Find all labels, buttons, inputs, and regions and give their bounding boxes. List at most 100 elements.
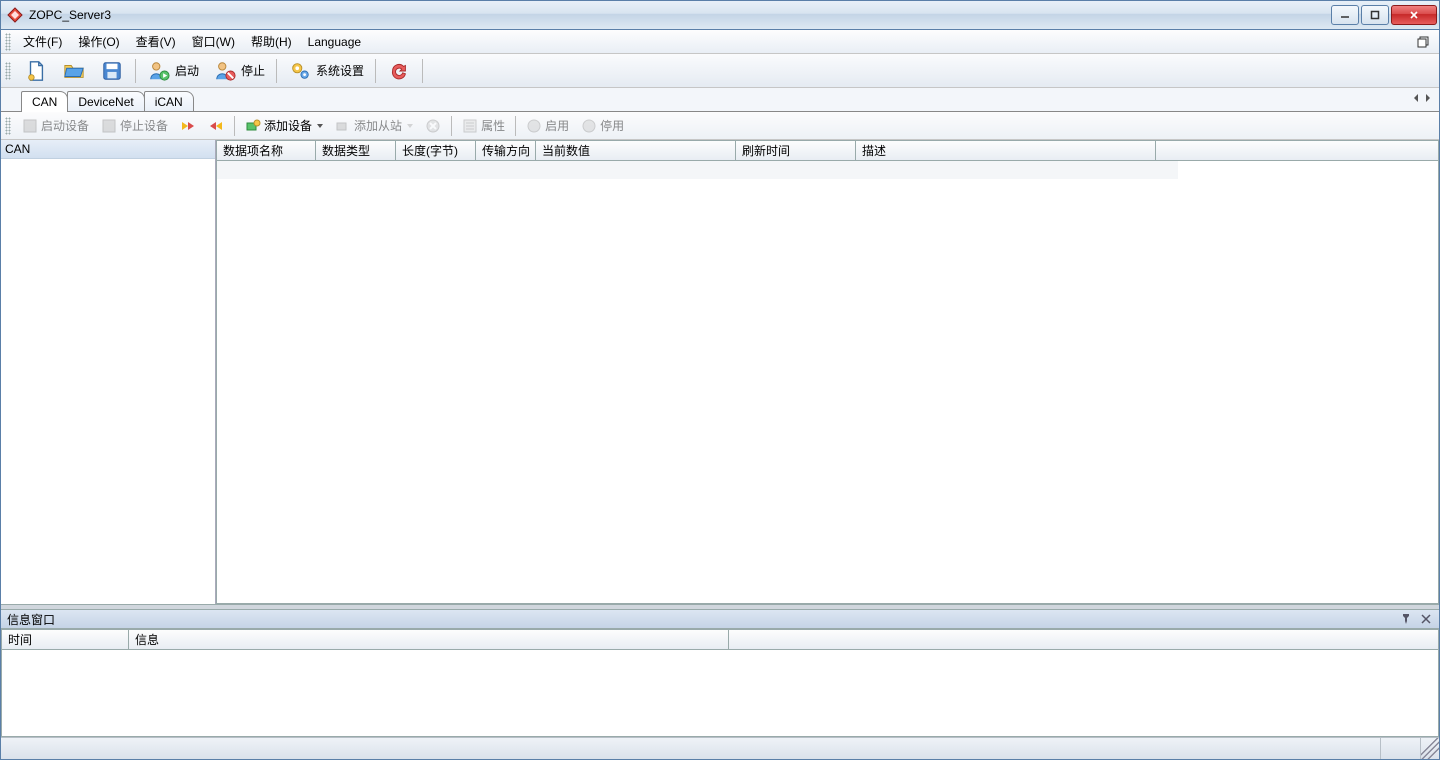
- main-area: CAN 数据项名称 数据类型 长度(字节) 传输方向 当前数值 刷新时间 描述: [1, 140, 1439, 605]
- arrows-left-button[interactable]: [203, 115, 229, 137]
- menu-window[interactable]: 窗口(W): [184, 30, 243, 53]
- start-button[interactable]: 启动: [142, 57, 204, 85]
- tab-label: DeviceNet: [78, 95, 133, 109]
- col-name[interactable]: 数据项名称: [216, 140, 316, 161]
- col-description[interactable]: 描述: [856, 140, 1156, 161]
- separator: [422, 59, 423, 83]
- tree-root-label: CAN: [5, 142, 30, 156]
- disable-button: 停用: [576, 115, 629, 137]
- start-device-button: 启动设备: [17, 115, 94, 137]
- grip-icon[interactable]: [5, 33, 11, 51]
- chip-stop-icon: [101, 118, 117, 134]
- tab-scroll-right[interactable]: [1423, 91, 1433, 105]
- menu-language[interactable]: Language: [300, 32, 369, 52]
- info-body[interactable]: [1, 650, 1439, 737]
- close-button[interactable]: [1391, 5, 1437, 25]
- properties-icon: [462, 118, 478, 134]
- size-grip[interactable]: [1421, 738, 1439, 759]
- menu-help[interactable]: 帮助(H): [243, 30, 300, 53]
- label: 启用: [545, 117, 569, 134]
- restore-window-icon[interactable]: [1417, 36, 1435, 48]
- document-icon: [24, 59, 48, 83]
- menu-bar: 文件(F) 操作(O) 查看(V) 窗口(W) 帮助(H) Language: [1, 30, 1439, 54]
- add-slave-button: 添加从站: [330, 115, 418, 137]
- tree-root[interactable]: CAN: [1, 140, 215, 159]
- tab-scroll-left[interactable]: [1411, 91, 1421, 105]
- label: 添加从站: [354, 117, 402, 134]
- menu-operate[interactable]: 操作(O): [70, 30, 127, 53]
- stop-button[interactable]: 停止: [208, 57, 270, 85]
- info-col-info[interactable]: 信息: [129, 629, 729, 650]
- delete-icon: [425, 118, 441, 134]
- settings-button[interactable]: 系统设置: [283, 57, 369, 85]
- pin-icon[interactable]: [1399, 612, 1413, 626]
- tree-panel[interactable]: CAN: [1, 140, 216, 604]
- settings-label: 系统设置: [316, 62, 364, 79]
- stop-label: 停止: [241, 62, 265, 79]
- separator: [234, 116, 235, 136]
- gears-icon: [288, 59, 312, 83]
- minimize-button[interactable]: [1331, 5, 1359, 25]
- disable-icon: [581, 118, 597, 134]
- grid-body[interactable]: [216, 161, 1439, 604]
- app-frame: 文件(F) 操作(O) 查看(V) 窗口(W) 帮助(H) Language 启…: [0, 30, 1440, 760]
- add-device-button[interactable]: 添加设备: [240, 115, 328, 137]
- enable-button: 启用: [521, 115, 574, 137]
- new-button[interactable]: [19, 57, 53, 85]
- col-current-value[interactable]: 当前数值: [536, 140, 736, 161]
- sub-toolbar: 启动设备 停止设备 添加设备 添加从站 属性 启用: [1, 112, 1439, 140]
- tab-strip: CAN DeviceNet iCAN: [1, 88, 1439, 112]
- maximize-button[interactable]: [1361, 5, 1389, 25]
- col-direction[interactable]: 传输方向: [476, 140, 536, 161]
- col-length[interactable]: 长度(字节): [396, 140, 476, 161]
- grip-icon[interactable]: [5, 117, 11, 135]
- tab-label: CAN: [32, 95, 57, 109]
- user-stop-icon: [213, 59, 237, 83]
- info-window: 信息窗口 时间 信息: [1, 609, 1439, 737]
- properties-button: 属性: [457, 115, 510, 137]
- open-button[interactable]: [57, 57, 91, 85]
- folder-open-icon: [62, 59, 86, 83]
- label: 属性: [481, 117, 505, 134]
- col-type[interactable]: 数据类型: [316, 140, 396, 161]
- delete-button: [420, 115, 446, 137]
- arrows-left-icon: [208, 118, 224, 134]
- grid-panel: 数据项名称 数据类型 长度(字节) 传输方向 当前数值 刷新时间 描述: [216, 140, 1439, 604]
- label: 停止设备: [120, 117, 168, 134]
- tab-can[interactable]: CAN: [21, 91, 68, 112]
- info-window-titlebar[interactable]: 信息窗口: [1, 609, 1439, 629]
- col-spacer: [1156, 140, 1439, 161]
- close-pane-icon[interactable]: [1419, 612, 1433, 626]
- save-button[interactable]: [95, 57, 129, 85]
- start-label: 启动: [175, 62, 199, 79]
- status-panel: [1, 738, 1381, 759]
- refresh-button[interactable]: [382, 57, 416, 85]
- user-play-icon: [147, 59, 171, 83]
- label: 停用: [600, 117, 624, 134]
- chip-play-icon: [22, 118, 38, 134]
- refresh-icon: [387, 59, 411, 83]
- label: 启动设备: [41, 117, 89, 134]
- info-col-time[interactable]: 时间: [1, 629, 129, 650]
- device-add-icon: [245, 118, 261, 134]
- empty-row-band: [217, 161, 1178, 179]
- arrows-right-icon: [180, 118, 196, 134]
- status-panel-small: [1381, 738, 1421, 759]
- stop-device-button: 停止设备: [96, 115, 173, 137]
- menu-view[interactable]: 查看(V): [128, 30, 184, 53]
- separator: [276, 59, 277, 83]
- menu-file[interactable]: 文件(F): [15, 30, 70, 53]
- grip-icon[interactable]: [5, 62, 11, 80]
- arrows-right-button[interactable]: [175, 115, 201, 137]
- grid-header: 数据项名称 数据类型 长度(字节) 传输方向 当前数值 刷新时间 描述: [216, 140, 1439, 161]
- separator: [375, 59, 376, 83]
- col-refresh-time[interactable]: 刷新时间: [736, 140, 856, 161]
- tab-devicenet[interactable]: DeviceNet: [67, 91, 144, 111]
- main-toolbar: 启动 停止 系统设置: [1, 54, 1439, 88]
- tab-ican[interactable]: iCAN: [144, 91, 194, 111]
- info-header: 时间 信息: [1, 629, 1439, 650]
- dropdown-indicator-icon: [317, 124, 323, 128]
- separator: [135, 59, 136, 83]
- status-bar: [1, 737, 1439, 759]
- label: 添加设备: [264, 117, 312, 134]
